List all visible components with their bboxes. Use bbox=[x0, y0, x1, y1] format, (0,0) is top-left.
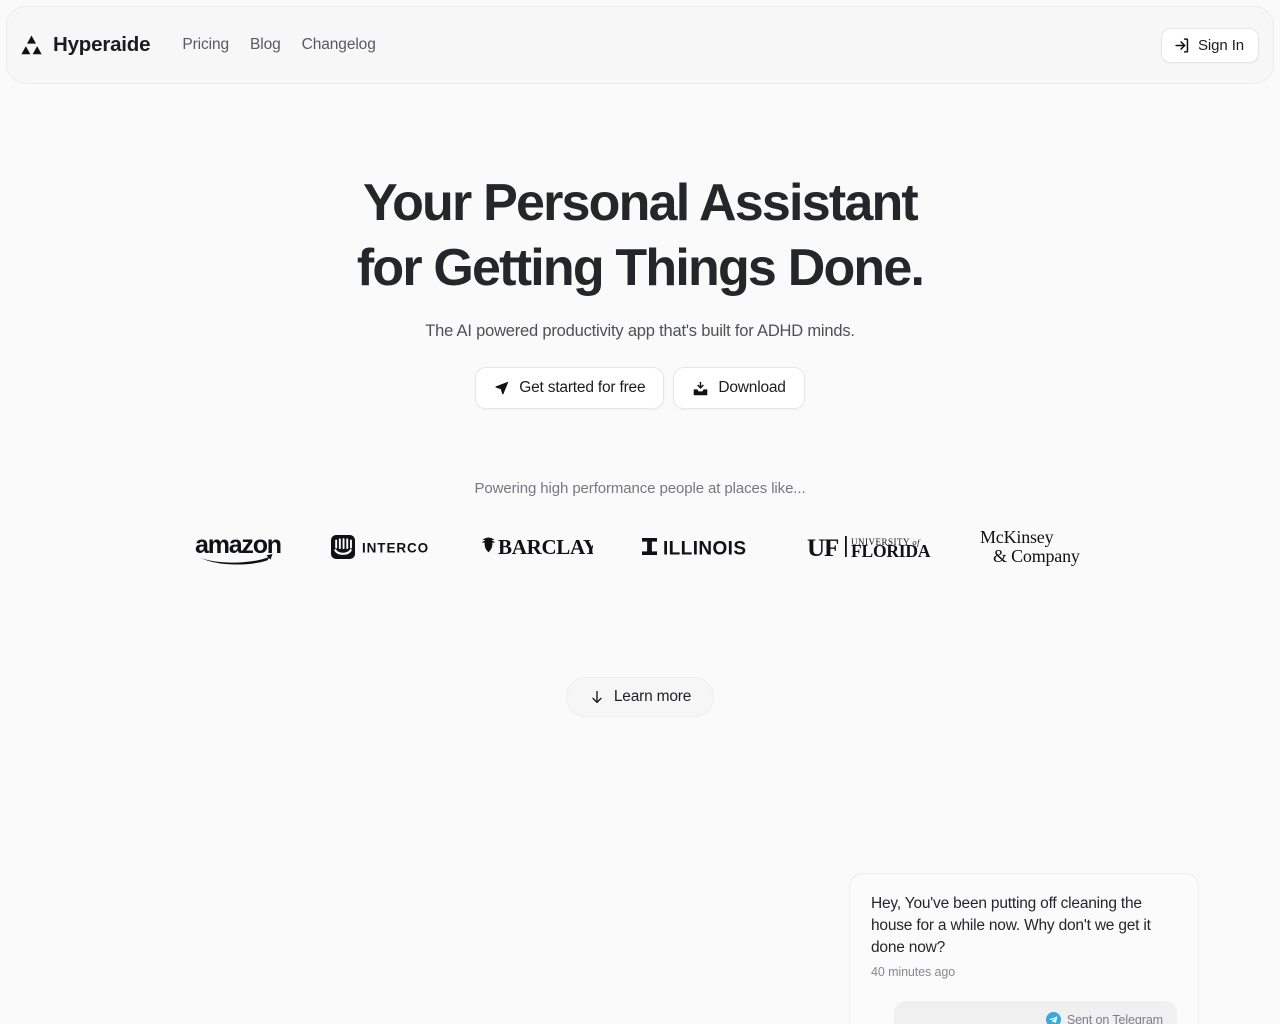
download-tray-icon bbox=[692, 380, 709, 397]
send-icon bbox=[494, 380, 510, 396]
nav-item-changelog[interactable]: Changelog bbox=[302, 36, 376, 54]
download-label: Download bbox=[718, 379, 786, 396]
sierpinski-triangle-logo-icon bbox=[19, 33, 44, 58]
svg-text:UF: UF bbox=[807, 535, 839, 562]
chat-reply-bubble: Sent on Telegram hmmm okay fine il do it… bbox=[894, 1001, 1177, 1024]
svg-text:McKinsey: McKinsey bbox=[980, 527, 1054, 547]
logo-illinois: ILLINOIS bbox=[642, 519, 758, 575]
brand-name: Hyperaide bbox=[53, 33, 151, 56]
log-in-icon bbox=[1174, 37, 1191, 54]
customer-logo-row: amazon INTERCOM bbox=[0, 519, 1280, 575]
chat-message-timestamp: 40 minutes ago bbox=[871, 965, 956, 980]
social-proof-label: Powering high performance people at plac… bbox=[474, 480, 806, 497]
svg-text:ILLINOIS: ILLINOIS bbox=[663, 539, 746, 560]
chat-preview-card: Hey, You've been putting off cleaning th… bbox=[849, 873, 1199, 1024]
page-title: Your Personal Assistant for Getting Thin… bbox=[0, 177, 1280, 294]
headline-line-1: Your Personal Assistant bbox=[363, 174, 919, 232]
svg-text:amazon: amazon bbox=[195, 531, 281, 559]
logo-barclays: BARCLAYS bbox=[478, 519, 593, 575]
sign-in-label: Sign In bbox=[1198, 36, 1244, 54]
headline-line-2: for Getting Things Done. bbox=[356, 239, 925, 297]
svg-text:INTERCOM: INTERCOM bbox=[362, 541, 429, 556]
brand-logo-link[interactable]: Hyperaide bbox=[19, 33, 151, 58]
telegram-icon bbox=[1045, 1012, 1061, 1024]
arrow-down-icon bbox=[589, 689, 605, 705]
hero-cta-row: Get started for free Download bbox=[0, 367, 1280, 409]
get-started-button[interactable]: Get started for free bbox=[475, 367, 665, 409]
learn-more-section: Learn more bbox=[0, 677, 1280, 717]
logo-amazon: amazon bbox=[194, 519, 282, 575]
logo-intercom: INTERCOM bbox=[331, 519, 429, 575]
svg-text:BARCLAYS: BARCLAYS bbox=[498, 535, 593, 559]
learn-more-label: Learn more bbox=[613, 688, 692, 705]
social-proof-section: Powering high performance people at plac… bbox=[0, 480, 1280, 575]
main-nav: Pricing Blog Changelog bbox=[182, 36, 376, 54]
reply-channel-label: Sent on Telegram bbox=[1066, 1012, 1163, 1024]
sign-in-button[interactable]: Sign In bbox=[1161, 27, 1259, 63]
logo-mckinsey: McKinsey & Company bbox=[980, 519, 1086, 575]
download-button[interactable]: Download bbox=[673, 367, 805, 409]
hero-subtitle: The AI powered productivity app that's b… bbox=[425, 322, 855, 340]
nav-item-pricing[interactable]: Pricing bbox=[182, 36, 229, 54]
get-started-label: Get started for free bbox=[519, 379, 646, 396]
hero-section: Your Personal Assistant for Getting Thin… bbox=[0, 84, 1280, 409]
logo-university-of-florida: UF UNIVERSITY of FLORIDA bbox=[807, 519, 931, 575]
svg-text:& Company: & Company bbox=[993, 546, 1080, 566]
chat-message-text: Hey, You've been putting off cleaning th… bbox=[871, 895, 1151, 957]
site-header: Hyperaide Pricing Blog Changelog Sign In bbox=[6, 6, 1274, 84]
nav-item-blog[interactable]: Blog bbox=[250, 36, 281, 54]
learn-more-button[interactable]: Learn more bbox=[565, 677, 715, 717]
svg-text:FLORIDA: FLORIDA bbox=[851, 541, 931, 561]
reply-channel-meta: Sent on Telegram bbox=[908, 1012, 1163, 1024]
